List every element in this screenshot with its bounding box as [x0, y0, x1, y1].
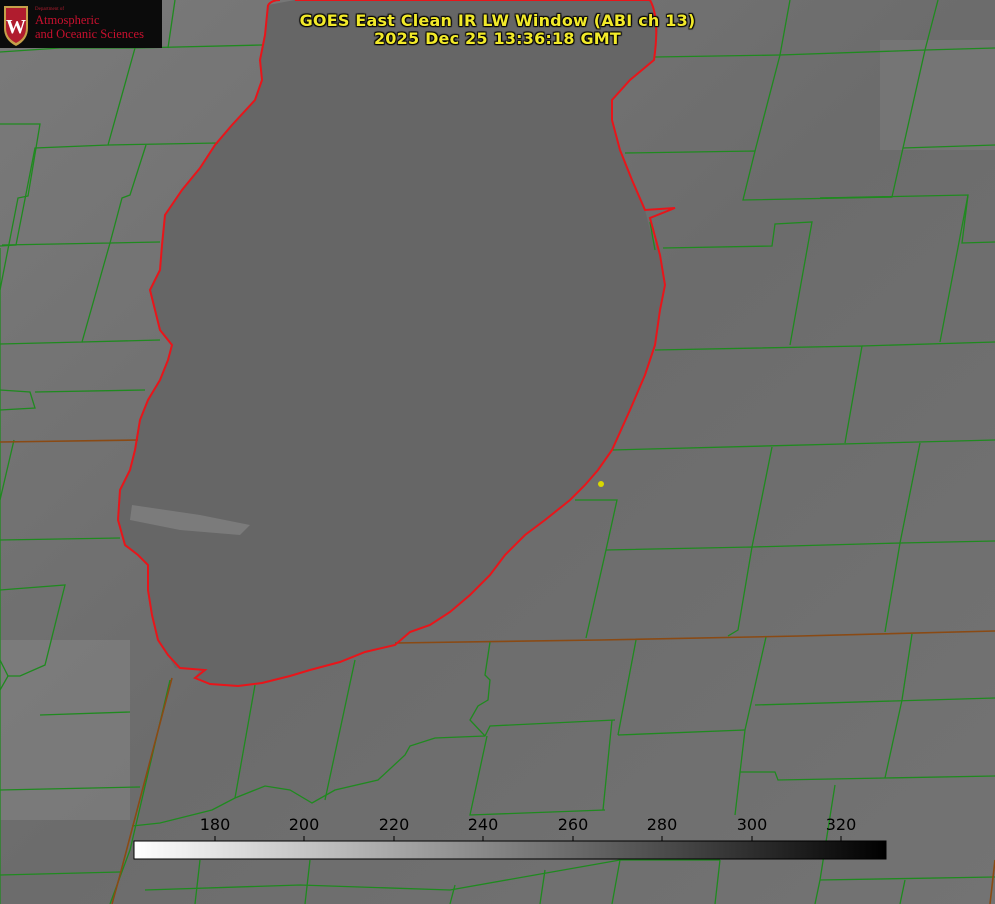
colorbar-tick-label: 300 — [736, 815, 768, 834]
logo-dept-text: Department of — [35, 7, 65, 12]
location-marker — [598, 481, 604, 487]
colorbar-tick-label: 220 — [378, 815, 410, 834]
satellite-map — [0, 0, 995, 904]
logo-emblem-letter: W — [6, 16, 26, 38]
colorbar-tick-label: 240 — [467, 815, 499, 834]
colorbar-tick-label: 320 — [825, 815, 857, 834]
logo-line-2: and Oceanic Sciences — [35, 27, 144, 41]
colorbar-tick-label: 260 — [557, 815, 589, 834]
colorbar-tick-label: 180 — [199, 815, 231, 834]
colorbar-gradient — [133, 840, 887, 860]
uw-aos-logo[interactable]: W Department of Atmospheric and Oceanic … — [0, 0, 162, 48]
land-cold-patch — [0, 640, 130, 820]
uw-crest-icon: W — [4, 6, 28, 46]
land-patch — [880, 40, 995, 150]
satellite-image-viewer: 180 200 220 240 260 280 300 320 GOES Eas… — [0, 0, 995, 904]
logo-line-1: Atmospheric — [35, 13, 100, 27]
colorbar-tick-label: 280 — [646, 815, 678, 834]
colorbar-tick-label: 200 — [288, 815, 320, 834]
